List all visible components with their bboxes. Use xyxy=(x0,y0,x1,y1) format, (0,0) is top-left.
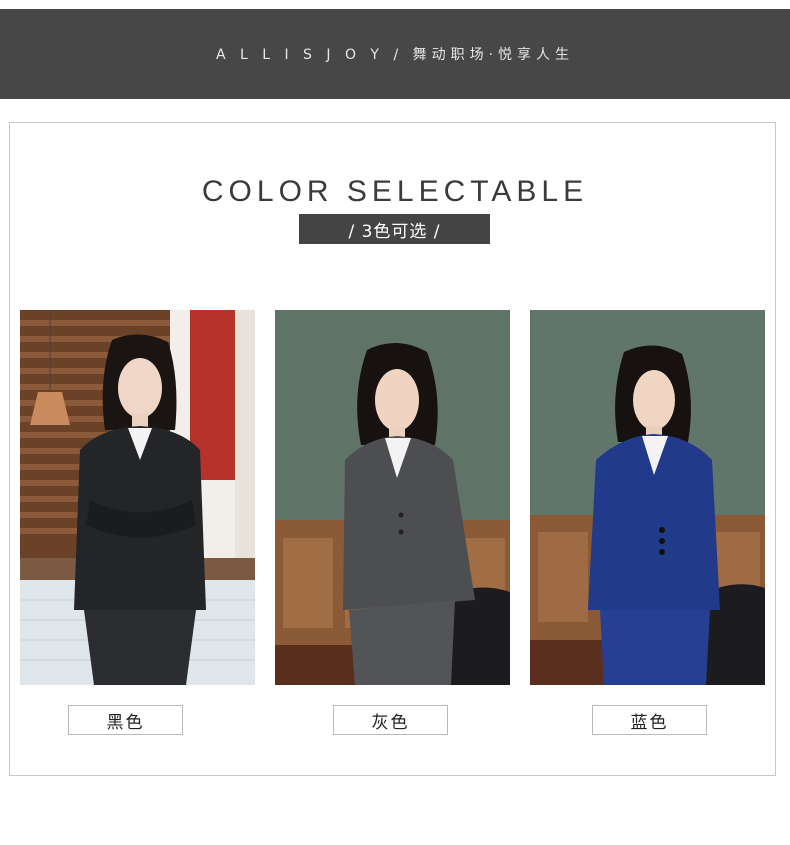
top-banner: A L L I S J O Y / 舞动职场·悦享人生 xyxy=(0,9,790,99)
model-blue-photo xyxy=(530,310,765,685)
brand-name: A L L I S J O Y xyxy=(215,47,384,63)
model-grey-photo xyxy=(275,310,510,685)
color-option-black[interactable]: 黑色 xyxy=(68,705,183,735)
color-option-grey[interactable]: 灰色 xyxy=(333,705,448,735)
section-title: COLOR SELECTABLE xyxy=(201,175,589,208)
section-subtitle: / 3色可选 / xyxy=(299,214,490,244)
product-photo-black[interactable] xyxy=(20,310,255,685)
model-black-photo xyxy=(20,310,255,685)
product-photo-grey[interactable] xyxy=(275,310,510,685)
product-photo-blue[interactable] xyxy=(530,310,765,685)
color-option-blue[interactable]: 蓝色 xyxy=(592,705,707,735)
tagline-separator: / xyxy=(393,47,404,63)
brand-tagline: A L L I S J O Y / 舞动职场·悦享人生 xyxy=(216,44,574,64)
brand-slogan: 舞动职场·悦享人生 xyxy=(412,47,575,63)
